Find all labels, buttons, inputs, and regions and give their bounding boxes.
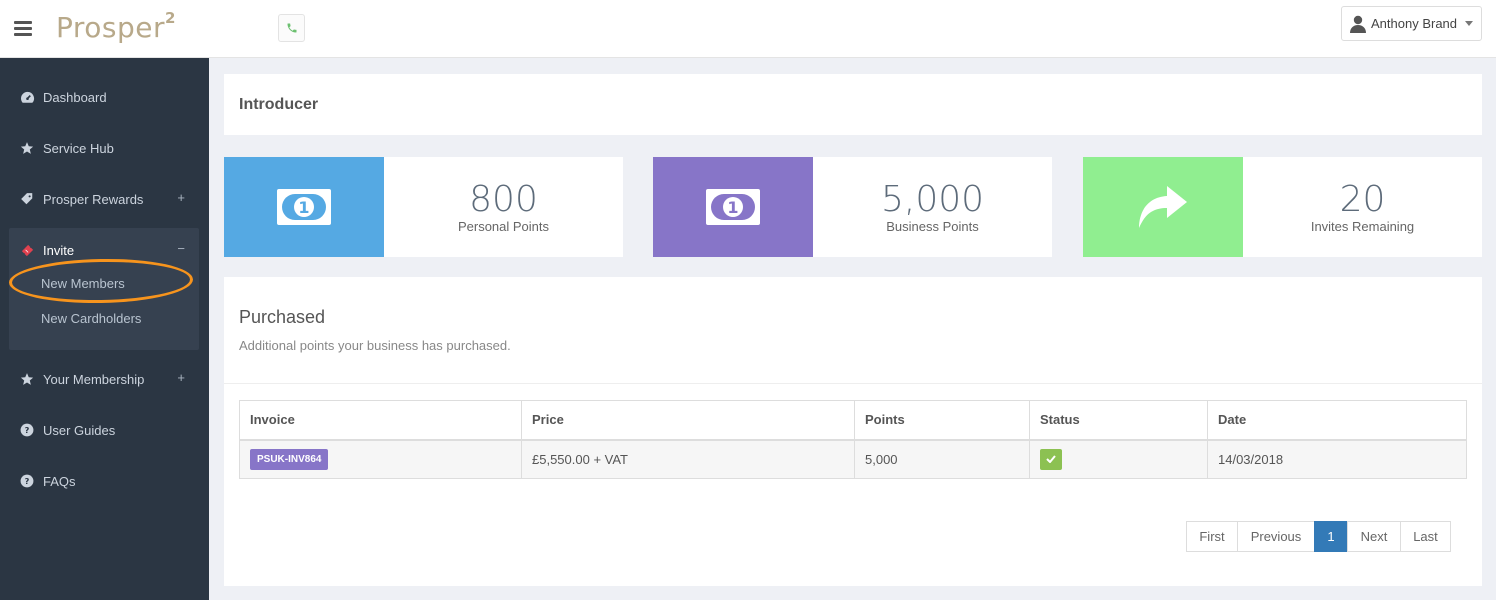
- stat-personal-points: 1 800 Personal Points: [224, 157, 623, 257]
- sidebar-item-label: FAQs: [43, 473, 76, 489]
- page-title: Introducer: [239, 96, 319, 113]
- stat-value: 20: [1339, 179, 1386, 220]
- date-cell: 14/03/2018: [1207, 439, 1467, 479]
- stat-tile: 1: [224, 157, 384, 257]
- sidebar-item-user-guides[interactable]: ? User Guides: [0, 418, 209, 442]
- sidebar-item-faqs[interactable]: ? FAQs: [0, 469, 209, 493]
- pagination-last[interactable]: Last: [1400, 521, 1451, 552]
- star-icon: [19, 140, 35, 156]
- table-row: PSUK-INV864 £5,550.00 + VAT 5,000 14/03/…: [239, 439, 1467, 479]
- question-circle-icon: ?: [19, 473, 35, 489]
- status-cell: [1029, 439, 1208, 479]
- sidebar-item-label: Invite: [43, 242, 75, 258]
- table-header-row: Invoice Price Points Status Date: [239, 400, 1467, 441]
- sidebar-subitem-new-members[interactable]: New Members: [41, 276, 125, 291]
- sidebar-item-label: Service Hub: [43, 140, 114, 156]
- invoice-cell: PSUK-INV864: [239, 439, 522, 479]
- logo-text: Prosper: [56, 11, 166, 44]
- sidebar-item-label: Prosper Rewards: [43, 191, 144, 207]
- pagination-page-current[interactable]: 1: [1314, 521, 1348, 552]
- expand-icon[interactable]: +: [177, 370, 185, 385]
- svg-text:1: 1: [727, 198, 738, 217]
- column-header-date[interactable]: Date: [1207, 400, 1467, 441]
- column-header-invoice[interactable]: Invoice: [239, 400, 522, 441]
- section-subtitle: Additional points your business has purc…: [239, 338, 511, 353]
- sidebar-item-your-membership[interactable]: Your Membership +: [0, 367, 209, 391]
- chevron-down-icon: [1465, 21, 1474, 26]
- collapse-icon[interactable]: −: [177, 241, 185, 256]
- share-arrow-icon: [1139, 186, 1187, 228]
- section-title: Purchased: [239, 307, 326, 327]
- pagination: First Previous 1 Next Last: [1186, 521, 1451, 552]
- sidebar-item-label: User Guides: [43, 422, 116, 438]
- pagination-first[interactable]: First: [1186, 521, 1238, 552]
- pagination-next[interactable]: Next: [1347, 521, 1401, 552]
- stat-label: Invites Remaining: [1310, 219, 1415, 234]
- sidebar-item-prosper-rewards[interactable]: Prosper Rewards +: [0, 187, 209, 211]
- stat-tile: 1: [653, 157, 813, 257]
- purchased-panel: Purchased Additional points your busines…: [224, 277, 1482, 586]
- column-header-status[interactable]: Status: [1029, 400, 1208, 441]
- sidebar-item-label: Your Membership: [43, 371, 145, 387]
- check-icon: [1040, 448, 1062, 470]
- user-icon: [1350, 15, 1366, 33]
- points-cell: 5,000: [854, 439, 1030, 479]
- stat-value: 5,000: [880, 179, 985, 220]
- purchases-table: Invoice Price Points Status Date PSUK-IN…: [239, 400, 1467, 479]
- menu-icon[interactable]: [14, 21, 32, 37]
- dashboard-icon: [19, 89, 35, 105]
- stat-invites-remaining: 20 Invites Remaining: [1083, 157, 1482, 257]
- sidebar-subitem-new-cardholders[interactable]: New Cardholders: [41, 311, 141, 326]
- sidebar-item-dashboard[interactable]: Dashboard: [0, 85, 209, 109]
- money-icon: 1: [277, 189, 331, 225]
- stat-business-points: 1 5,000 Business Points: [653, 157, 1052, 257]
- logo[interactable]: Prosper2: [56, 8, 176, 44]
- svg-text:?: ?: [25, 476, 30, 486]
- user-menu[interactable]: Anthony Brand: [1341, 6, 1482, 41]
- top-bar: Prosper2 Anthony Brand: [0, 0, 1496, 58]
- question-circle-icon: ?: [19, 422, 35, 438]
- phone-icon: [287, 23, 296, 33]
- expand-icon[interactable]: +: [177, 190, 185, 205]
- stat-value: 800: [469, 179, 538, 220]
- column-header-price[interactable]: Price: [521, 400, 855, 441]
- phone-button[interactable]: [278, 14, 305, 42]
- divider: [224, 383, 1482, 384]
- invoice-badge[interactable]: PSUK-INV864: [250, 448, 329, 470]
- page-header-panel: Introducer: [224, 74, 1482, 135]
- stat-label: Personal Points: [457, 219, 550, 234]
- pagination-previous[interactable]: Previous: [1237, 521, 1315, 552]
- sidebar: Dashboard Service Hub Prosper Rewards + …: [0, 58, 209, 600]
- logo-superscript: 2: [165, 8, 176, 27]
- stat-label: Business Points: [886, 219, 979, 234]
- price-cell: £5,550.00 + VAT: [521, 439, 855, 479]
- tag-icon: [19, 191, 35, 207]
- money-icon: 1: [706, 189, 760, 225]
- sidebar-item-invite[interactable]: Invite −: [0, 238, 209, 262]
- sidebar-item-label: Dashboard: [43, 89, 107, 105]
- column-header-points[interactable]: Points: [854, 400, 1030, 441]
- svg-text:?: ?: [25, 425, 30, 435]
- sidebar-item-service-hub[interactable]: Service Hub: [0, 136, 209, 160]
- user-name: Anthony Brand: [1371, 16, 1458, 31]
- stat-tile: [1083, 157, 1243, 257]
- ticket-icon: [19, 242, 35, 258]
- star-icon: [19, 371, 35, 387]
- svg-text:1: 1: [298, 198, 309, 217]
